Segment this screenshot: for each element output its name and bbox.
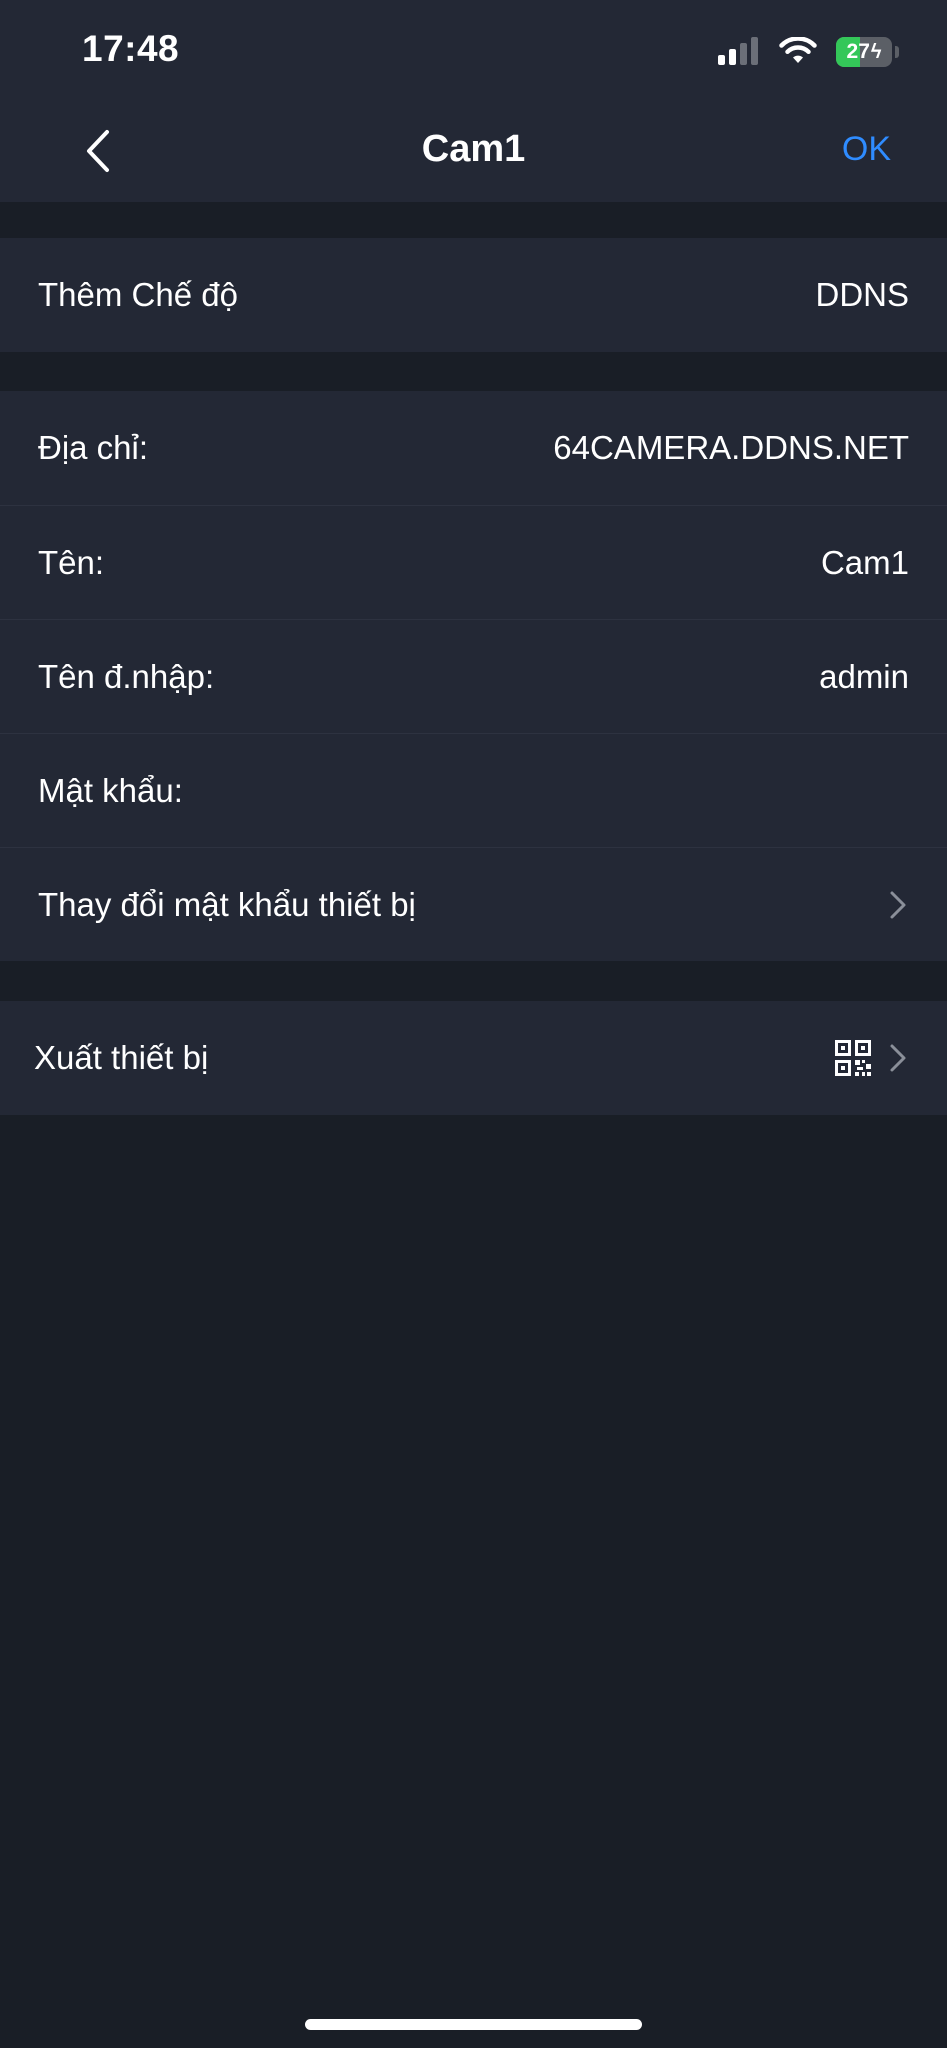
change-password-row[interactable]: Thay đổi mật khẩu thiết bị: [0, 847, 947, 961]
battery-percent: 27: [846, 40, 870, 63]
device-section: Địa chỉ: 64CAMERA.DDNS.NET Tên: Cam1 Tên…: [0, 391, 947, 961]
chevron-right-icon: [887, 1041, 909, 1075]
mode-row[interactable]: Thêm Chế độ DDNS: [0, 238, 947, 352]
charging-bolt-icon: ϟ: [870, 40, 882, 63]
mode-value: DDNS: [815, 276, 909, 313]
home-indicator[interactable]: [305, 2019, 642, 2030]
status-time: 17:48: [82, 28, 180, 69]
change-password-label: Thay đổi mật khẩu thiết bị: [38, 885, 416, 923]
header-surface: 17:48 27 ϟ Cam1 OK: [0, 0, 947, 202]
address-label: Địa chỉ:: [38, 429, 149, 466]
mode-label: Thêm Chế độ: [38, 276, 238, 313]
signal-icon: [718, 37, 760, 67]
name-label: Tên:: [38, 543, 105, 581]
battery-icon: 27 ϟ: [836, 37, 892, 67]
password-label: Mật khẩu:: [38, 771, 183, 809]
export-device-row[interactable]: Xuất thiết bị: [0, 1001, 947, 1115]
password-row[interactable]: Mật khẩu:: [0, 733, 947, 847]
username-row[interactable]: Tên đ.nhập: admin: [0, 619, 947, 733]
page-title: Cam1: [421, 128, 526, 170]
address-value[interactable]: 64CAMERA.DDNS.NET: [553, 429, 909, 467]
status-icons: 27 ϟ: [718, 34, 899, 70]
wifi-icon: [779, 37, 817, 63]
address-row[interactable]: Địa chỉ: 64CAMERA.DDNS.NET: [0, 391, 947, 505]
name-value[interactable]: Cam1: [821, 544, 909, 582]
export-section: Xuất thiết bị: [0, 1001, 947, 1115]
ok-button[interactable]: OK: [842, 130, 891, 169]
mode-section: Thêm Chế độ DDNS: [0, 238, 947, 352]
name-row[interactable]: Tên: Cam1: [0, 505, 947, 619]
username-label: Tên đ.nhập:: [38, 657, 215, 695]
export-device-label: Xuất thiết bị: [34, 1039, 209, 1076]
screen: 17:48 27 ϟ Cam1 OK Thêm Chế độ DDNS Địa …: [0, 0, 947, 2048]
qr-code-icon[interactable]: [835, 1040, 871, 1076]
chevron-right-icon: [887, 888, 909, 922]
battery-cap: [895, 46, 899, 58]
username-value[interactable]: admin: [819, 658, 909, 696]
